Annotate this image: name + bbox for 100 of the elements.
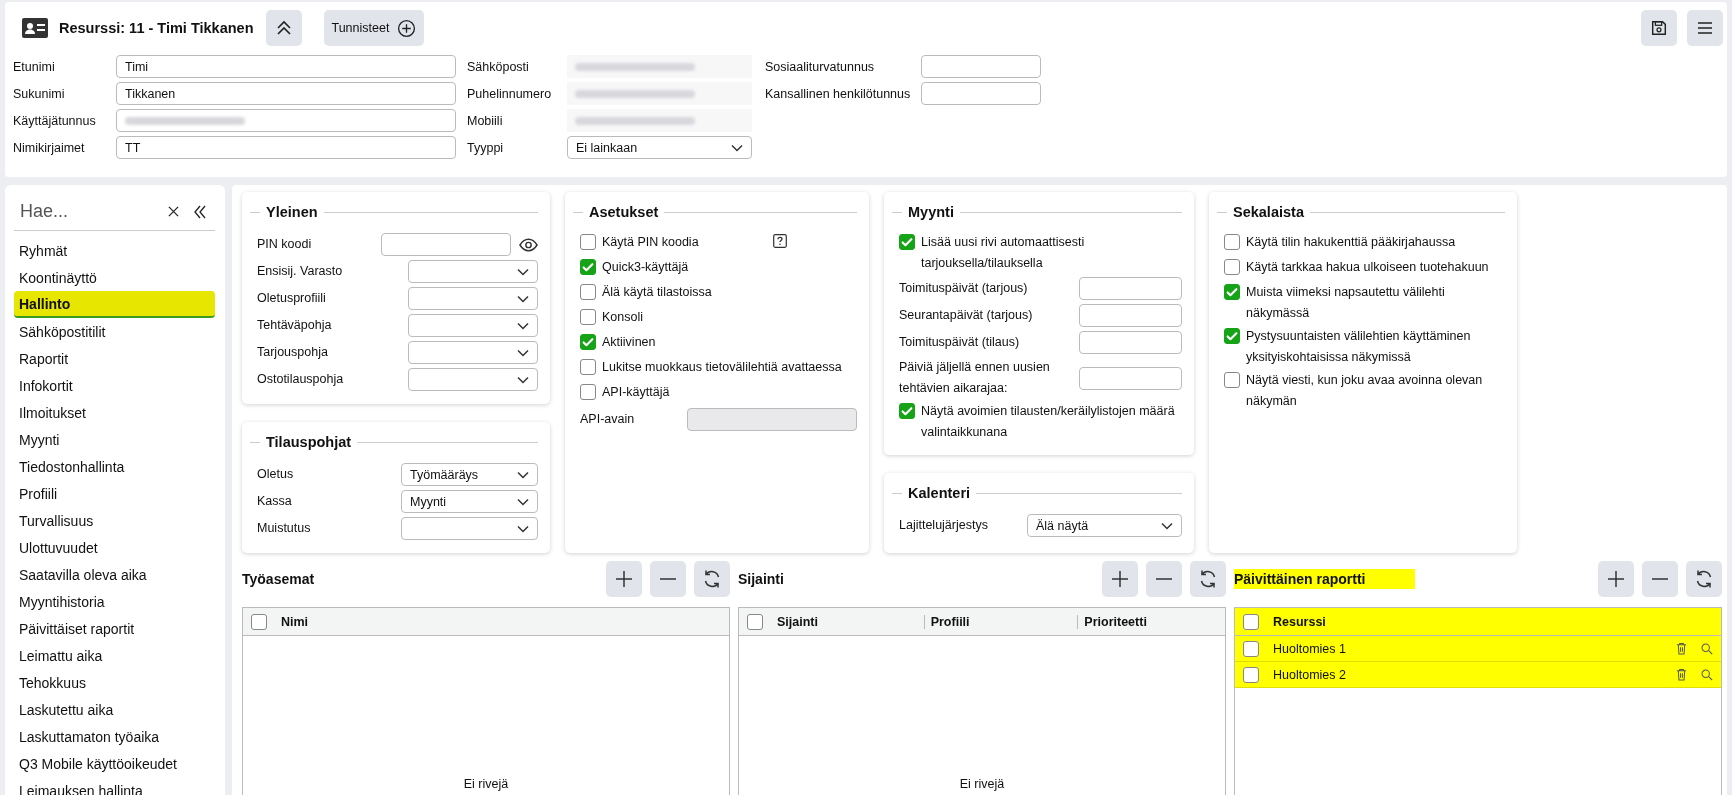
select-field[interactable] [401,517,538,540]
select-field[interactable] [408,368,538,391]
field-label: Etunimi [13,59,56,74]
select-field[interactable] [408,314,538,337]
sidebar-item[interactable]: Myyntihistoria [14,588,215,615]
text-field[interactable] [1079,331,1182,354]
column-header[interactable]: Prioriteetti [1077,614,1217,629]
refresh-button[interactable] [1190,561,1226,597]
chevron-down-icon [517,470,529,479]
checkbox[interactable] [580,259,596,275]
select-field[interactable] [408,260,538,283]
help-icon[interactable] [773,234,787,248]
close-icon[interactable] [168,206,179,217]
sidebar-item[interactable]: Ilmoitukset [14,399,215,426]
sidebar-item[interactable]: Leimattu aika [14,642,215,669]
sidebar-item[interactable]: Q3 Mobile käyttöoikeudet [14,750,215,777]
checkbox[interactable] [899,403,915,419]
select-field[interactable] [408,341,538,364]
trash-icon[interactable] [1676,642,1687,655]
checkbox[interactable] [1224,234,1240,250]
checkbox[interactable] [1243,666,1259,683]
checkbox[interactable] [1224,284,1240,300]
collapse-button[interactable] [265,10,302,46]
sidebar-item[interactable]: Infokortit [14,372,215,399]
text-field[interactable] [921,82,1041,105]
save-button[interactable] [1641,10,1677,46]
trash-icon[interactable] [1676,668,1687,681]
search-icon[interactable] [1701,642,1713,655]
field-label: Tarjouspohja [257,344,329,361]
text-field[interactable] [116,109,456,132]
checkbox[interactable] [747,613,763,630]
tags-button[interactable]: Tunnisteet [323,10,425,46]
sidebar-item[interactable]: Tiedostonhallinta [14,453,215,480]
text-field[interactable] [1079,277,1182,300]
checkbox[interactable] [580,384,596,400]
field-label: Oletus [257,466,295,483]
sidebar-item[interactable]: Ryhmät [14,237,215,264]
sidebar-item[interactable]: Tehokkuus [14,669,215,696]
remove-button[interactable] [650,561,686,597]
sidebar-item[interactable]: Sähköpostitilit [14,318,215,345]
add-button[interactable] [606,561,642,597]
checkbox-label: Aktiivinen [602,334,656,351]
minus-icon [1154,578,1174,580]
sidebar-item[interactable]: Raportit [14,345,215,372]
select-field[interactable]: Myynti [401,490,538,513]
select-field[interactable] [408,287,538,310]
remove-button[interactable] [1146,561,1182,597]
text-field[interactable]: TT [116,136,456,159]
sidebar-item[interactable]: Hallinto [14,291,215,318]
sidebar-item[interactable]: Laskutettu aika [14,696,215,723]
sidebar-item[interactable]: Laskuttamaton työaika [14,723,215,750]
checkbox[interactable] [580,284,596,300]
section-title: Sekalaista [1233,204,1304,220]
chevron-down-icon [731,143,743,152]
add-button[interactable] [1102,561,1138,597]
sidebar-item[interactable]: Turvallisuus [14,507,215,534]
eye-icon[interactable] [519,237,538,252]
sidebar-item[interactable]: Koontinäyttö [14,264,215,291]
checkbox[interactable] [580,334,596,350]
column-header[interactable]: Profiili [923,614,1064,629]
checkbox[interactable] [580,359,596,375]
text-field[interactable]: Tikkanen [116,82,456,105]
remove-button[interactable] [1642,561,1678,597]
table-title: Päivittäinen raportti [1234,569,1416,589]
column-header[interactable]: Sijainti [777,614,910,629]
refresh-button[interactable] [694,561,730,597]
sidebar-item[interactable]: Leimauksen hallinta [14,777,215,795]
empty-message: Ei rivejä [959,777,1005,791]
checkbox-label: Näytä avoimien tilausten/keräilylistojen määrä valintaikkunana [921,403,1176,441]
checkbox[interactable] [1224,259,1240,275]
text-field[interactable] [1079,366,1182,390]
sidebar-item[interactable]: Päivittäiset raportit [14,615,215,642]
checkbox[interactable] [1224,328,1240,344]
select-field[interactable]: Ei lainkaan [567,136,752,159]
chevron-down-icon [517,348,529,357]
text-field[interactable]: Timi [116,55,456,78]
sidebar-item[interactable]: Saatavilla oleva aika [14,561,215,588]
menu-button[interactable] [1687,10,1723,46]
checkbox[interactable] [580,234,596,250]
search-field[interactable]: Hae... [18,200,154,223]
select-field[interactable]: Työmääräys [401,463,538,486]
checkbox[interactable] [251,613,267,630]
minus-icon [658,578,678,580]
checkbox[interactable] [899,234,915,250]
checkbox[interactable] [580,309,596,325]
sidebar-item[interactable]: Ulottuvuudet [14,534,215,561]
add-button[interactable] [1598,561,1634,597]
text-field[interactable] [1079,304,1182,327]
checkbox[interactable] [1243,613,1259,630]
text-field[interactable] [921,55,1041,78]
double-chevron-left-icon[interactable] [193,204,207,219]
refresh-button[interactable] [1686,561,1722,597]
checkbox[interactable] [1224,372,1240,388]
search-icon[interactable] [1701,668,1713,681]
select-field[interactable]: Älä näytä [1027,514,1182,537]
sidebar-item[interactable]: Myynti [14,426,215,453]
field-label: Mobiili [467,113,504,128]
checkbox[interactable] [1243,640,1259,657]
sidebar-item[interactable]: Profiili [14,480,215,507]
pin-field[interactable] [381,233,511,256]
